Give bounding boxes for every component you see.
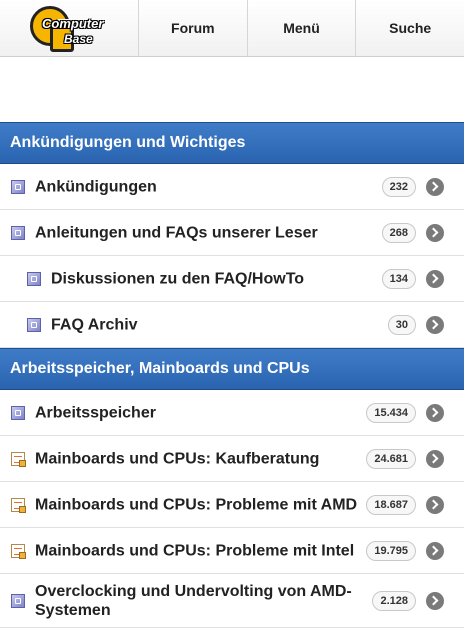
thread-count-badge: 232 — [381, 176, 416, 197]
thread-count-badge: 268 — [381, 222, 416, 243]
thread-count-badge: 30 — [387, 314, 416, 335]
logo-text-bottom: Base — [64, 32, 93, 46]
forum-row[interactable]: Anleitungen und FAQs unserer Leser 268 — [0, 210, 464, 256]
folder-icon — [11, 405, 25, 420]
logo-text-top: Computer — [42, 16, 104, 31]
thread-count-badge: 2.128 — [372, 590, 416, 611]
folder-icon — [11, 225, 25, 240]
chevron-right-icon[interactable] — [426, 403, 444, 422]
thread-count-badge: 18.687 — [366, 494, 416, 515]
forum-title: Mainboards und CPUs: Probleme mit Intel — [35, 542, 355, 559]
forum-row[interactable]: Arbeitsspeicher 15.434 — [0, 390, 464, 436]
forum-row[interactable]: Mainboards und CPUs: Kaufberatung 24.681 — [0, 436, 464, 482]
folder-icon — [27, 271, 41, 286]
forum-title: Arbeitsspeicher — [35, 404, 156, 421]
forum-title: Overclocking und Undervolting von AMD-Sy… — [35, 582, 352, 619]
nav-menu-button[interactable]: Menü — [248, 0, 357, 56]
subforum-row[interactable]: FAQ Archiv 30 — [0, 302, 464, 348]
forum-title: FAQ Archiv — [51, 316, 138, 333]
thread-count-badge: 15.434 — [366, 402, 416, 423]
folder-icon — [11, 593, 25, 608]
chevron-right-icon[interactable] — [426, 177, 444, 196]
folder-icon — [11, 179, 25, 194]
chevron-right-icon[interactable] — [426, 315, 444, 334]
nav-forum-button[interactable]: Forum — [139, 0, 248, 56]
document-icon — [11, 543, 26, 559]
forum-row[interactable]: Ankündigungen 232 — [0, 164, 464, 210]
ad-spacer — [0, 57, 464, 122]
top-navigation-bar: Computer Base Forum Menü Suche — [0, 0, 464, 57]
forum-title: Anleitungen und FAQs unserer Leser — [35, 224, 318, 241]
subforum-row[interactable]: Diskussionen zu den FAQ/HowTo 134 — [0, 256, 464, 302]
section-header-memory-mainboards-cpus[interactable]: Arbeitsspeicher, Mainboards und CPUs — [0, 348, 464, 390]
document-icon — [11, 451, 26, 467]
forum-title: Diskussionen zu den FAQ/HowTo — [51, 270, 305, 287]
chevron-right-icon[interactable] — [426, 541, 444, 560]
forum-title: Mainboards und CPUs: Probleme mit AMD — [35, 496, 358, 513]
thread-count-badge: 19.795 — [366, 540, 416, 561]
forum-row[interactable]: Overclocking und Undervolting von AMD-Sy… — [0, 574, 464, 628]
chevron-right-icon[interactable] — [426, 591, 444, 610]
document-icon — [11, 497, 26, 513]
folder-icon — [27, 317, 41, 332]
chevron-right-icon[interactable] — [426, 449, 444, 468]
thread-count-badge: 24.681 — [366, 448, 416, 469]
section-header-announcements[interactable]: Ankündigungen und Wichtiges — [0, 122, 464, 164]
forum-row[interactable]: Mainboards und CPUs: Probleme mit AMD 18… — [0, 482, 464, 528]
forum-row[interactable]: Mainboards und CPUs: Probleme mit Intel … — [0, 528, 464, 574]
logo-link[interactable]: Computer Base — [0, 0, 139, 56]
nav-search-button[interactable]: Suche — [356, 0, 464, 56]
chevron-right-icon[interactable] — [426, 269, 444, 288]
chevron-right-icon[interactable] — [426, 223, 444, 242]
forum-title: Mainboards und CPUs: Kaufberatung — [35, 450, 320, 467]
chevron-right-icon[interactable] — [426, 495, 444, 514]
computerbase-logo: Computer Base — [30, 6, 110, 52]
forum-title: Ankündigungen — [35, 178, 157, 195]
thread-count-badge: 134 — [381, 268, 416, 289]
